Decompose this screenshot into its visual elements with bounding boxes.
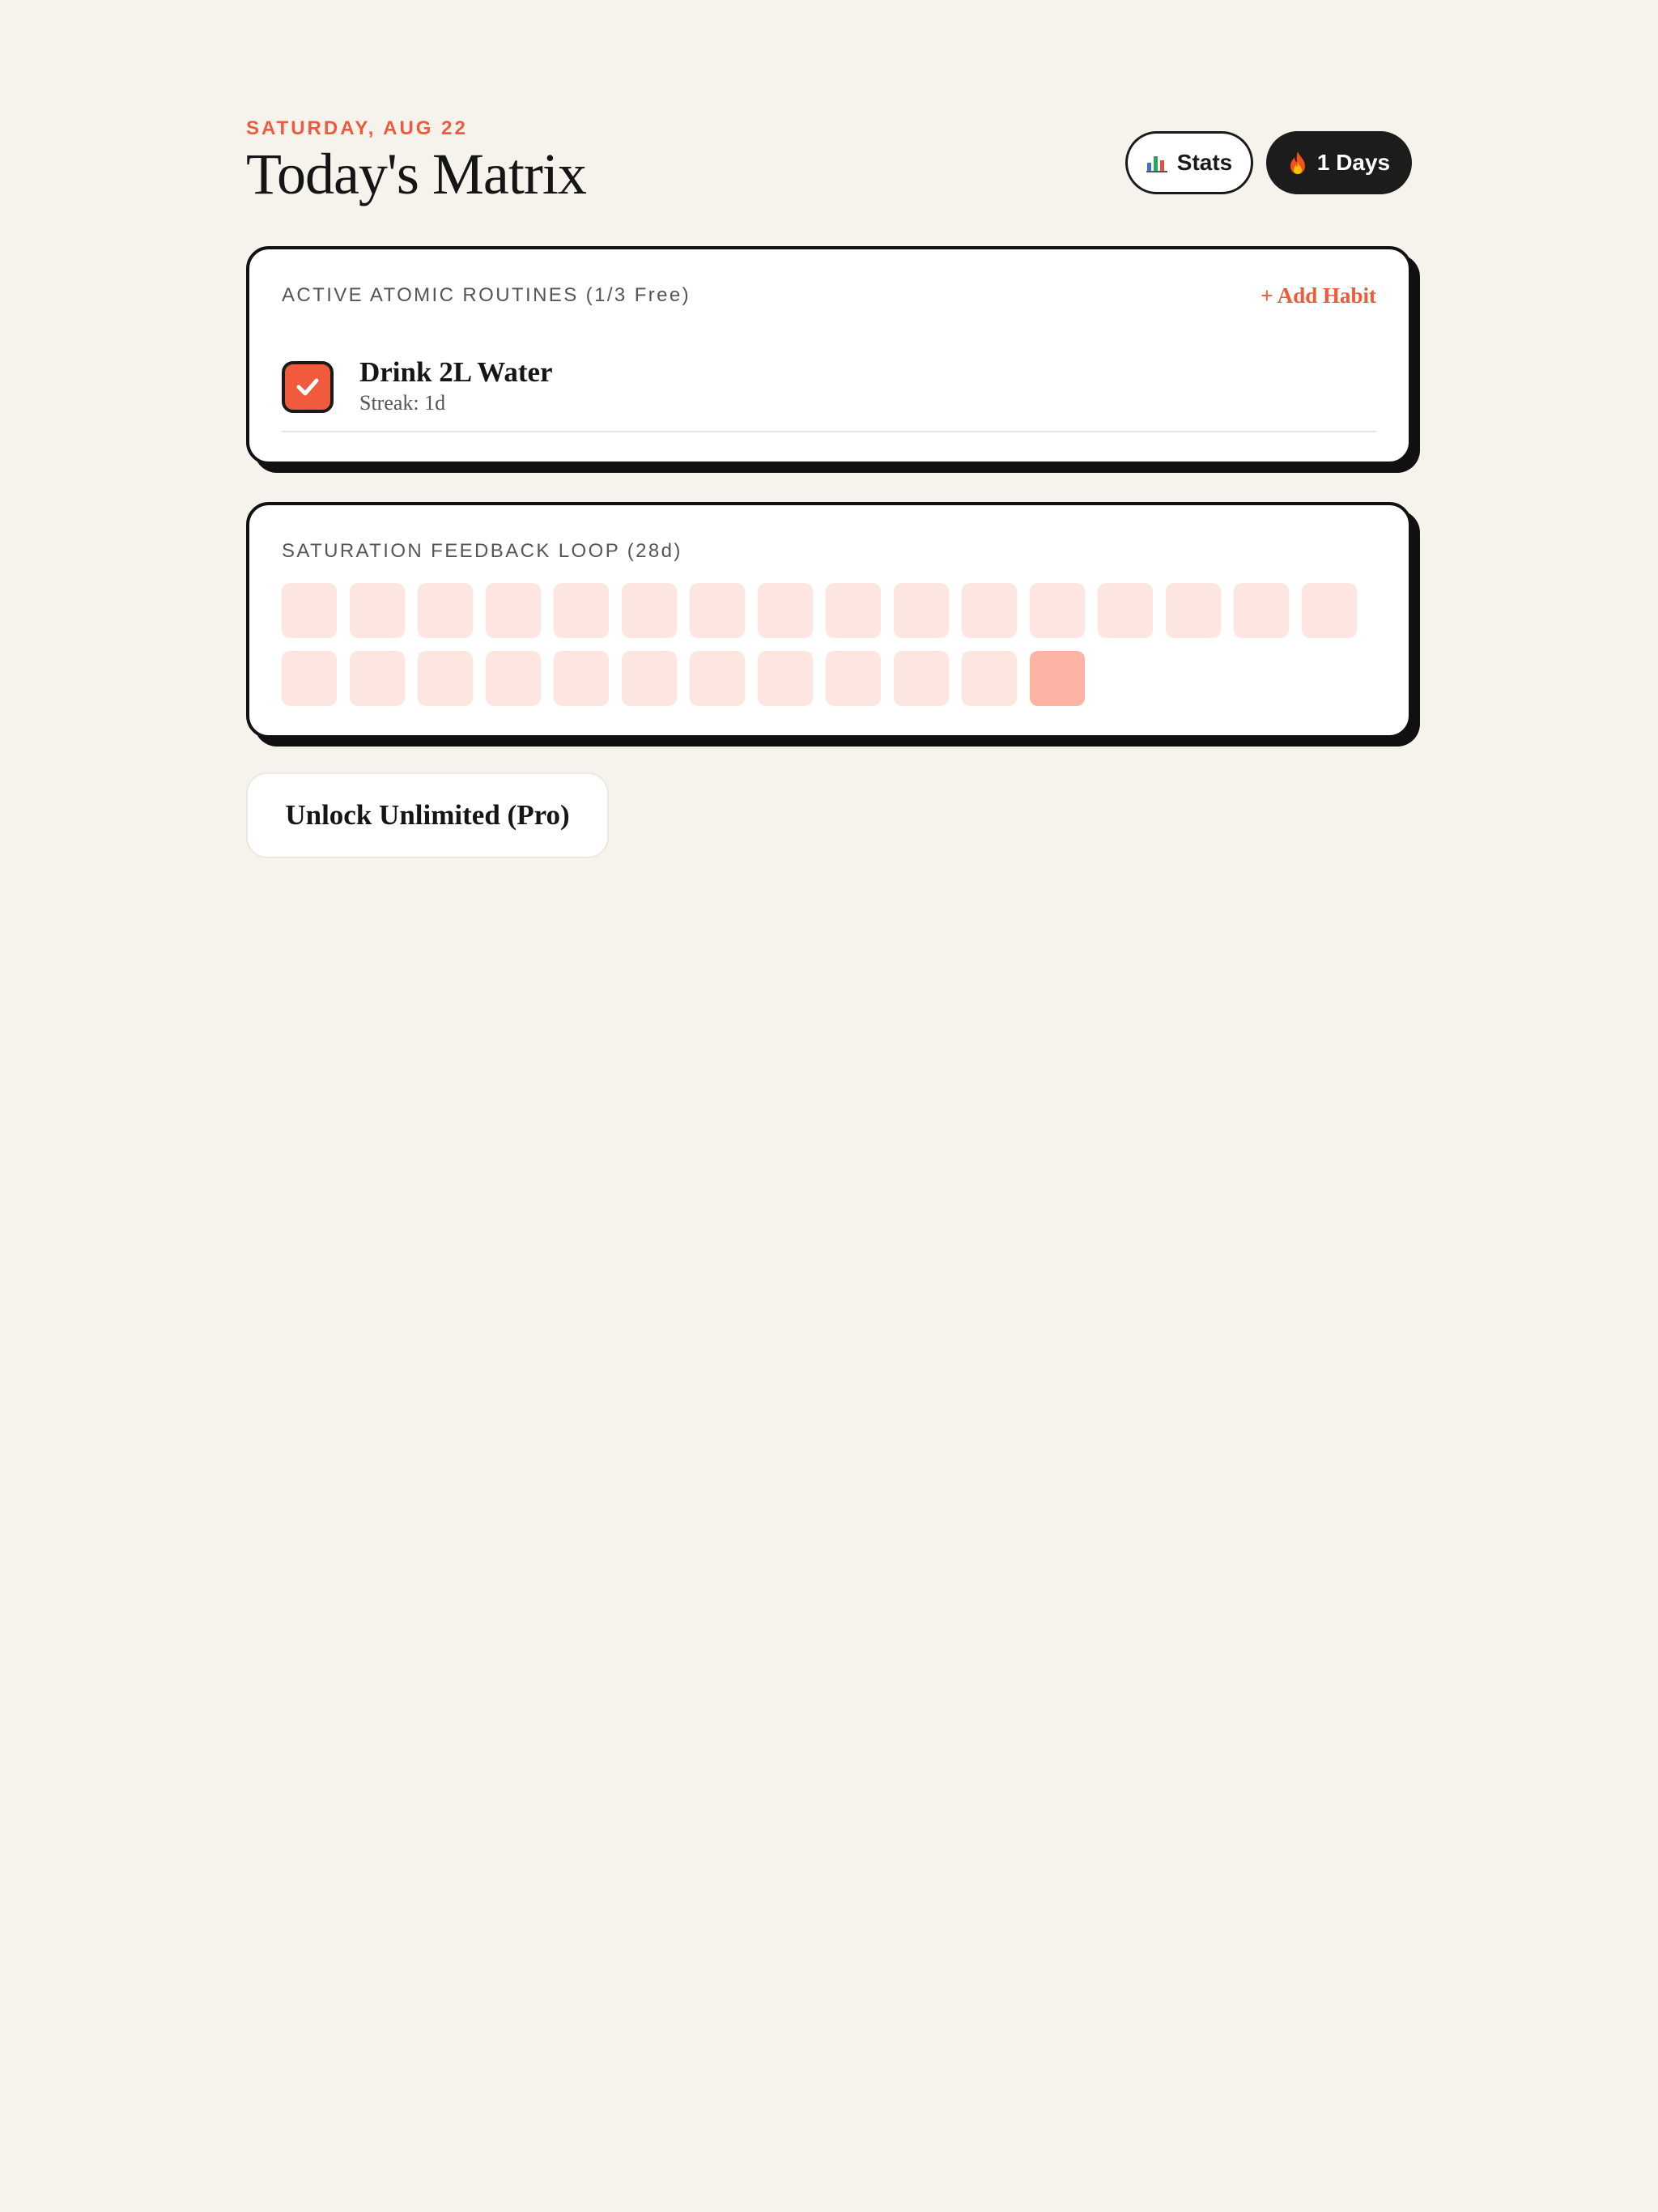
day-cell [894, 651, 949, 706]
day-cell [350, 583, 405, 638]
day-cell [486, 651, 541, 706]
day-cell [622, 583, 677, 638]
habits-card: ACTIVE ATOMIC ROUTINES (1/3 Free) + Add … [246, 246, 1412, 465]
day-cell [1234, 583, 1289, 638]
day-cell [1030, 583, 1085, 638]
day-cell [1098, 583, 1153, 638]
day-cell [486, 583, 541, 638]
matrix-card-label: SATURATION FEEDBACK LOOP (28d) [282, 540, 682, 562]
main-container: SATURDAY, AUG 22 Today's Matrix Stats 1 … [246, 117, 1412, 858]
day-cell [282, 583, 337, 638]
matrix-card: SATURATION FEEDBACK LOOP (28d) [246, 502, 1412, 738]
day-cell [826, 651, 881, 706]
habit-streak: Streak: 1d [359, 391, 446, 415]
page-title: Today's Matrix [246, 142, 587, 206]
day-cell [894, 583, 949, 638]
day-cell [962, 651, 1017, 706]
day-cell [690, 583, 745, 638]
habit-checkbox[interactable] [282, 361, 334, 413]
day-cell [554, 583, 609, 638]
streak-button-label: 1 Days [1316, 150, 1391, 175]
day-cell [690, 651, 745, 706]
fire-icon [1288, 151, 1307, 175]
day-cell [758, 651, 813, 706]
day-cell [418, 651, 473, 706]
day-cell-completed [1030, 651, 1085, 706]
stats-button-label: Stats [1176, 150, 1233, 175]
check-icon [296, 378, 319, 396]
day-cell [758, 583, 813, 638]
day-cell [282, 651, 337, 706]
day-cell [418, 583, 473, 638]
day-cell [1166, 583, 1221, 638]
stats-button[interactable]: Stats [1125, 131, 1253, 194]
day-cell [1302, 583, 1357, 638]
bar-chart-icon [1146, 153, 1167, 172]
add-habit-button[interactable]: + Add Habit [1261, 283, 1376, 308]
day-cell [962, 583, 1017, 638]
header-actions: Stats 1 Days [1125, 131, 1412, 194]
page-header: SATURDAY, AUG 22 Today's Matrix Stats 1 … [246, 117, 1412, 207]
unlock-pro-button[interactable]: Unlock Unlimited (Pro) [246, 772, 609, 858]
day-cell [826, 583, 881, 638]
streak-button[interactable]: 1 Days [1266, 131, 1412, 194]
habit-row: Drink 2L Water Streak: 1d [282, 353, 1376, 432]
habit-name: Drink 2L Water [359, 356, 553, 388]
day-cell [554, 651, 609, 706]
day-cell [350, 651, 405, 706]
day-cell [622, 651, 677, 706]
habits-card-label: ACTIVE ATOMIC ROUTINES (1/3 Free) [282, 284, 691, 306]
